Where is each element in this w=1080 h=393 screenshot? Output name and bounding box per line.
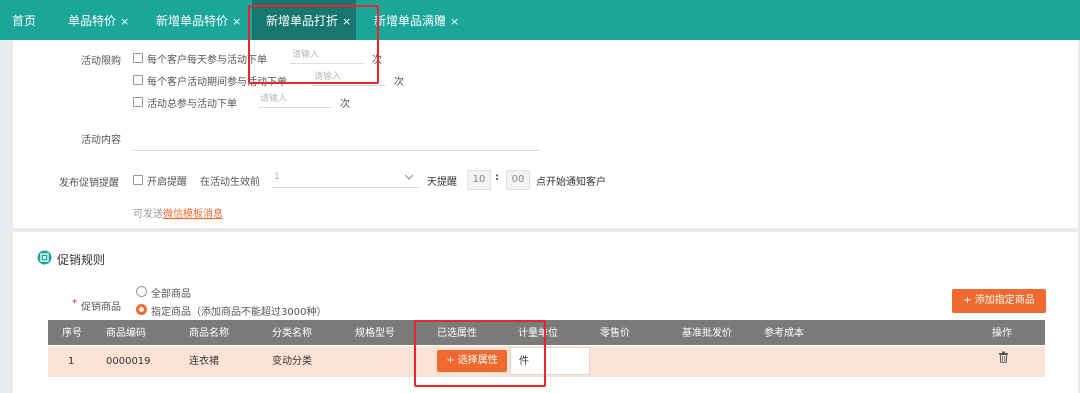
hint-text: 可发送微信模板消息: [133, 205, 223, 220]
trash-icon[interactable]: [998, 351, 1009, 363]
wechat-template-link[interactable]: 微信模板消息: [163, 209, 223, 220]
limit-daily-suffix: 次: [372, 55, 382, 66]
content-input[interactable]: [133, 150, 540, 151]
table-bottom-border: [48, 376, 1045, 377]
cell-index: 1: [68, 356, 75, 367]
limit-period-checkbox[interactable]: [133, 75, 143, 85]
radio-specified-goods-label: 指定商品（添加商品不能超过3000种）: [151, 307, 327, 318]
limit-total-input[interactable]: 请输入: [258, 92, 332, 108]
reminder-suffix: 点开始通知客户: [536, 177, 606, 188]
col-wholesale: 基准批发价: [682, 328, 732, 339]
select-attributes-button[interactable]: + 选择属性: [437, 350, 507, 372]
tab-label: 新增单品满赠: [374, 14, 447, 28]
content-label: 活动内容: [81, 135, 121, 146]
limit-total-suffix: 次: [340, 99, 350, 110]
reminder-hour-input[interactable]: 10: [467, 170, 491, 190]
close-icon[interactable]: ×: [120, 15, 129, 28]
close-icon[interactable]: ×: [450, 15, 459, 28]
limit-label: 活动限购: [81, 56, 121, 67]
cell-category: 变动分类: [272, 356, 312, 367]
cell-unit: 件: [519, 356, 529, 367]
tab-new-single-discount[interactable]: 新增单品打折 ×: [252, 0, 356, 40]
col-unit: 计量单位: [518, 328, 558, 339]
chevron-down-icon: [404, 174, 414, 180]
limit-period-suffix: 次: [394, 77, 404, 88]
col-retail: 零售价: [600, 328, 630, 339]
rules-title: 促销规则: [57, 253, 106, 267]
table-row: 1 0000019 连衣裙 变动分类 + 选择属性 件: [48, 346, 1045, 376]
tab-label: 新增单品特价: [156, 14, 229, 28]
required-mark: *: [72, 298, 77, 309]
close-icon[interactable]: ×: [232, 15, 241, 28]
time-colon: :: [495, 172, 499, 183]
tab-label: 单品特价: [68, 14, 117, 28]
tab-bar: 首页 单品特价 × 新增单品特价 × 新增单品打折 × 新增单品满赠 ×: [0, 0, 1080, 40]
reminder-minute-input[interactable]: 00: [506, 170, 530, 190]
rules-icon: [37, 250, 52, 265]
limit-daily-checkbox[interactable]: [133, 53, 143, 63]
tab-new-single-gift[interactable]: 新增单品满赠 ×: [374, 0, 459, 40]
col-actions: 操作: [992, 328, 1012, 339]
tab-new-single-special[interactable]: 新增单品特价 ×: [156, 0, 241, 40]
add-specified-goods-button[interactable]: + 添加指定商品: [952, 289, 1046, 313]
reminder-days-suffix: 天提醒: [427, 177, 457, 188]
activity-settings-panel: [13, 40, 1078, 228]
col-cost: 参考成本: [764, 328, 804, 339]
cell-code: 0000019: [106, 356, 151, 367]
reminder-days-select[interactable]: 1: [272, 170, 420, 188]
reminder-checkbox[interactable]: [133, 175, 143, 185]
reminder-days-value: 1: [274, 172, 280, 182]
tab-home[interactable]: 首页: [12, 0, 36, 40]
goods-label: 促销商品: [81, 302, 121, 313]
goods-table-header: 序号 商品编码 商品名称 分类名称 规格型号 已选属性 计量单位 零售价 基准批…: [48, 320, 1045, 345]
col-name: 商品名称: [189, 328, 229, 339]
radio-all-goods[interactable]: [136, 286, 147, 297]
limit-period-input[interactable]: 请输入: [312, 70, 386, 86]
reminder-prefix: 在活动生效前: [200, 177, 260, 188]
col-code: 商品编码: [106, 328, 146, 339]
reminder-checkbox-label: 开启提醒: [147, 177, 187, 188]
limit-total-label: 活动总参与活动下单: [147, 99, 237, 110]
tab-single-special[interactable]: 单品特价 ×: [68, 0, 129, 40]
tab-label: 新增单品打折: [266, 14, 339, 28]
hint-prefix: 可发送: [133, 209, 163, 220]
radio-all-goods-label: 全部商品: [151, 289, 191, 300]
limit-period-label: 每个客户活动期间参与活动下单: [147, 77, 287, 88]
col-attributes: 已选属性: [437, 328, 477, 339]
col-index: 序号: [62, 328, 82, 339]
close-icon[interactable]: ×: [342, 15, 351, 28]
cell-name: 连衣裙: [189, 356, 219, 367]
radio-specified-goods[interactable]: [136, 304, 147, 315]
col-spec: 规格型号: [355, 328, 395, 339]
limit-daily-label: 每个客户每天参与活动下单: [147, 55, 267, 66]
reminder-label: 发布促销提醒: [59, 178, 119, 189]
limit-total-checkbox[interactable]: [133, 97, 143, 107]
limit-daily-input[interactable]: 请输入: [290, 48, 364, 64]
col-category: 分类名称: [272, 328, 312, 339]
tab-label: 首页: [12, 14, 37, 28]
